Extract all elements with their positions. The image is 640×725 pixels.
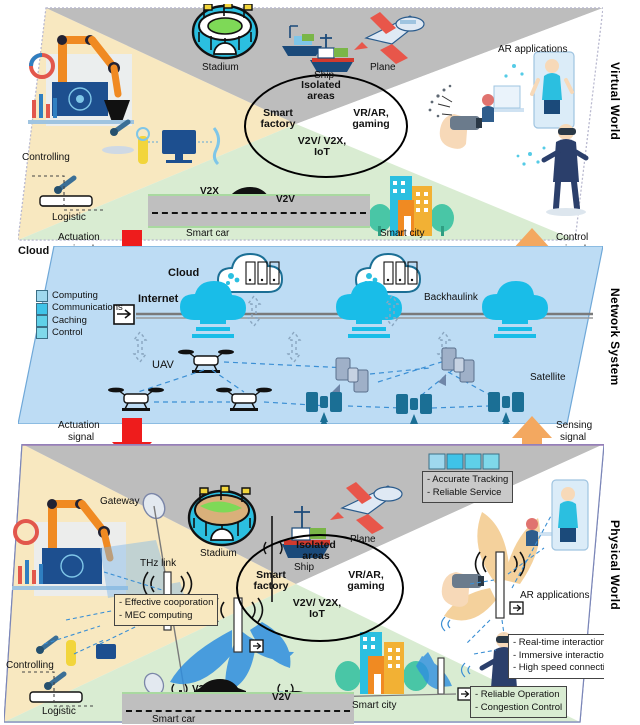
network-legend: Computing Communications Caching Control	[36, 290, 123, 340]
city-callout-item-0: - Reliable Operation	[475, 689, 560, 700]
city-callout-item-1: - Congestion Control	[475, 701, 563, 713]
stadium-icon	[191, 4, 259, 60]
smart-car-label: Smart car	[186, 228, 230, 239]
legend-label-control: Control	[52, 327, 83, 339]
physical-road-center-line	[126, 710, 350, 712]
factory-callout: - Effective cooporation - MEC computing	[114, 594, 219, 626]
legend-label-caching: Caching	[52, 314, 87, 326]
actuation-signal-bottom-label-l2: signal	[68, 432, 95, 443]
ellipse-smart-factory-label-physical: Smart factory	[242, 570, 300, 592]
v2v-label: V2V	[276, 194, 295, 205]
ellipse-v2v-label-virtual: V2V/ V2X, IoT	[284, 136, 360, 158]
road-center-line	[152, 212, 366, 214]
ar-callout-item-1: - Immersive interaction	[513, 649, 604, 661]
ellipse-v2v-l2: IoT	[314, 146, 330, 158]
smart-city-label: Smart city	[380, 228, 425, 239]
legend-row-control: Control	[36, 327, 123, 340]
factory-callout-item-0: - Effective cooporation	[119, 597, 214, 608]
ar-callout: - Real-time interaction - Immersive inte…	[508, 634, 604, 679]
caching-icon	[36, 314, 48, 327]
ellipse-vrar-l2: gaming	[352, 118, 390, 130]
logistic-label: Logistic	[52, 212, 86, 223]
controlling-label: Controlling	[22, 152, 70, 163]
virtual-world-layer: Smart factory Isolated areas VR/AR, gami…	[18, 4, 603, 244]
legend-row-computing: Computing	[36, 290, 123, 303]
ar-callout-item-2: - High speed connection	[513, 662, 604, 673]
ellipse-isolated-l2: areas	[307, 90, 335, 102]
ellipse-isolated-areas-label-physical: Isolated areas	[280, 540, 352, 562]
physical-logistic-label: Logistic	[42, 706, 76, 717]
tracking-callout-item-0: - Accurate Tracking	[427, 474, 509, 485]
physical-ellipse-vrar-l2: gaming	[347, 580, 385, 592]
ar-callout-item-0: - Real-time interaction	[513, 637, 604, 648]
physical-ellipse-smart-factory-l2: factory	[253, 580, 289, 592]
legend-label-communications: Communications	[52, 302, 123, 314]
network-system-side-label: Network System	[608, 288, 622, 386]
cloud-label: Cloud	[18, 246, 50, 257]
physical-world-layer: Smart factory Isolated areas VR/AR, gami…	[4, 444, 604, 724]
ship-label: Ship	[314, 70, 335, 81]
tracking-callout-item-1: - Reliable Service	[427, 486, 502, 498]
plane-label: Plane	[370, 62, 396, 73]
control-icon	[36, 327, 48, 340]
cloud-text: Cloud	[168, 267, 200, 279]
tracking-callout: - Accurate Tracking - Reliable Service	[422, 471, 514, 503]
physical-smart-car-label: Smart car	[152, 714, 196, 724]
road-band	[148, 196, 370, 226]
physical-stadium-label: Stadium	[200, 548, 237, 559]
physical-ship-label: Ship	[294, 562, 315, 573]
physical-v2v-label: V2V	[272, 692, 291, 703]
actuation-signal-top-label-l1: Actuation	[58, 232, 100, 243]
ellipse-vrar-label-virtual: VR/AR, gaming	[340, 108, 402, 130]
physical-plane-label: Plane	[350, 534, 376, 545]
physical-controlling-label: Controlling	[6, 660, 54, 671]
legend-row-caching: Caching	[36, 315, 123, 327]
physical-ar-applications-label: AR applications	[520, 590, 590, 601]
legend-label-computing: Computing	[52, 290, 98, 301]
physical-smart-city-label: Smart city	[352, 700, 397, 711]
stadium-label: Stadium	[202, 62, 239, 73]
physical-thz-link-label: THz link	[140, 558, 177, 569]
uav-label: UAV	[152, 359, 174, 371]
actuation-signal-bottom-label-l1: Actuation	[58, 420, 100, 431]
ar-applications-label: AR applications	[498, 44, 568, 55]
ellipse-vrar-label-physical: VR/AR, gaming	[334, 570, 398, 592]
physical-gateway-label: Gateway	[100, 496, 140, 507]
control-signal-top-label-l1: Control	[556, 232, 589, 243]
ellipse-smart-factory-l2: factory	[260, 118, 296, 130]
network-system-layer: Computing Communications Caching Control…	[18, 246, 603, 424]
legend-row-communications: Communications	[36, 302, 123, 315]
physical-world-side-label: Physical World	[608, 520, 622, 611]
virtual-world-side-label: Virtual World	[608, 62, 622, 141]
ellipse-isolated-areas-label-virtual: Isolated areas	[286, 80, 356, 102]
satellite-label: Satellite	[530, 372, 566, 383]
physical-ellipse-v2v-l2: IoT	[309, 608, 325, 620]
factory-callout-item-1: - MEC computing	[119, 609, 193, 621]
internet-label: Internet	[138, 293, 179, 305]
ellipse-v2v-label-physical: V2V/ V2X, IoT	[278, 598, 356, 620]
city-callout: - Reliable Operation - Congestion Contro…	[470, 686, 568, 718]
physical-v2x-label: V2X	[192, 684, 211, 695]
backhaulink-label: Backhaulink	[424, 292, 478, 303]
physical-ellipse-isolated-l2: areas	[302, 550, 330, 562]
ellipse-smart-factory-label-virtual: Smart factory	[250, 108, 306, 130]
computing-icon	[36, 290, 48, 303]
sensing-signal-bottom-label-l2: signal	[560, 432, 587, 443]
sensing-signal-bottom-label-l1: Sensing	[556, 420, 593, 431]
v2x-label: V2X	[200, 186, 219, 197]
communications-icon	[36, 302, 48, 315]
